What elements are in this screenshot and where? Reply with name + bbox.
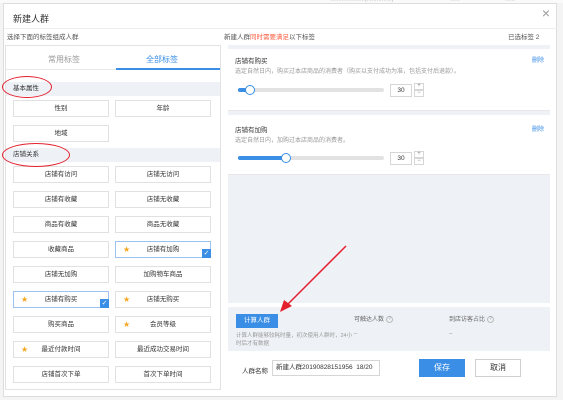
condition-card-store-purchase: 店铺有购买 选定自然日内，购买过本店商品的消费者（购买以支付成功为准，包括支付后… [228, 49, 550, 111]
modal-title: 新建人群 [13, 14, 50, 24]
active-tab-indicator [116, 68, 220, 70]
slider-thumb[interactable] [281, 153, 292, 163]
tag-item[interactable]: 加购物车商品 [115, 266, 211, 283]
visitor-ratio-value: – [449, 331, 453, 337]
tab-all-tags[interactable]: 全部标签 [146, 54, 178, 65]
divider [4, 28, 558, 29]
tag-item[interactable]: ★ 会员等级 [115, 316, 211, 333]
tag-item[interactable]: ★ 店铺无购买 [115, 291, 211, 308]
tag-item[interactable]: 店铺无访问 [115, 166, 211, 183]
delete-button[interactable]: 删除 [532, 55, 544, 64]
tag-label: 店铺无访问 [146, 171, 180, 178]
annotation-circle [2, 143, 70, 167]
annotation-circle [2, 76, 52, 98]
tag-label: 会员等级 [150, 321, 176, 328]
increment-button[interactable]: + [414, 151, 424, 158]
star-icon: ★ [21, 295, 29, 304]
right-panel-header: 新建人群同时需要满足以下标签 [224, 34, 315, 41]
slider-thumb[interactable] [244, 85, 255, 95]
tag-label: 店铺无加购 [44, 271, 78, 278]
selected-tags-count: 已选标签 2 [508, 34, 540, 41]
tag-label: 购买商品 [48, 321, 74, 328]
tag-label: 店铺无收藏 [146, 196, 180, 203]
days-slider[interactable] [238, 153, 384, 163]
char-counter: 18/20 [356, 364, 373, 371]
check-icon: ✓ [202, 249, 211, 258]
tag-label: 店铺有购买 [44, 296, 78, 303]
tag-item[interactable]: ★ 店铺有加购 ✓ [115, 241, 211, 258]
tag-label: 店铺有收藏 [44, 196, 78, 203]
tag-label: 最近成功交易时间 [137, 346, 189, 353]
star-icon: ★ [21, 345, 29, 354]
tag-label: 首次下单时间 [143, 371, 183, 378]
condition-card-store-cart: 店铺有加购 选定自然日内，加购过本店商品的消费者。 删除 30 + − [228, 115, 550, 175]
tag-item[interactable]: 店铺无收藏 [115, 191, 211, 208]
increment-button[interactable]: + [414, 83, 424, 90]
tag-label: 店铺有加购 [146, 246, 180, 253]
save-button[interactable]: 保存 [419, 359, 465, 377]
tag-tabs: 常用标签 全部标签 [6, 46, 220, 70]
tag-item[interactable]: 最近成功交易时间 [115, 341, 211, 358]
cancel-button[interactable]: 取消 [475, 359, 521, 377]
tag-gender[interactable]: 性别 [13, 100, 109, 117]
crowd-calculation-area: 计算人群 可触达人数? 到店访客占比? – – 计算人群能够较耗时量，初次使用人… [228, 307, 550, 351]
tag-region[interactable]: 地域 [13, 125, 109, 142]
star-icon: ★ [123, 245, 131, 254]
help-icon[interactable]: ? [386, 315, 394, 323]
calculation-note: 计算人群能够较耗时量，初次使用人群时，24小时后才有数据 [236, 333, 353, 347]
help-icon[interactable]: ? [487, 315, 495, 323]
decrement-button[interactable]: − [414, 90, 424, 97]
tag-item[interactable]: ★ 最近付款时间 [13, 341, 109, 358]
delete-button[interactable]: 删除 [532, 124, 544, 133]
tag-label: 商品有收藏 [44, 221, 78, 228]
left-panel-header: 选择下面的标签组成人群 [7, 34, 79, 41]
reachable-count-label: 可触达人数? [354, 314, 394, 323]
crowd-name-input[interactable]: 新建人群20190828151956 18/20 [272, 360, 380, 376]
tag-label: 加购物车商品 [143, 271, 183, 278]
crowd-name-label: 人群名称 [242, 368, 268, 375]
tag-item[interactable]: 商品无收藏 [115, 216, 211, 233]
days-input[interactable]: 30 [390, 84, 412, 97]
tag-label: 店铺无购买 [146, 296, 180, 303]
card-title: 店铺有购买 [235, 58, 268, 65]
tag-item[interactable]: 购买商品 [13, 316, 109, 333]
footer-bar: 人群名称 新建人群20190828151956 18/20 保存 取消 [228, 354, 550, 390]
slider-fill [238, 156, 287, 160]
decrement-button[interactable]: − [414, 158, 424, 165]
tag-item[interactable]: 店铺有收藏 [13, 191, 109, 208]
star-icon: ★ [123, 320, 131, 329]
visitor-ratio-label: 到店访客占比? [449, 314, 495, 323]
tag-item[interactable]: 收藏商品 [13, 241, 109, 258]
card-description: 选定自然日内，购买过本店商品的消费者（购买以支付成功为准，包括支付后退款）。 [235, 69, 461, 75]
card-title: 店铺有加购 [235, 127, 268, 134]
tag-item[interactable]: 首次下单时间 [115, 366, 211, 383]
calculate-crowd-button[interactable]: 计算人群 [236, 314, 278, 328]
tag-item[interactable]: 店铺首次下单 [13, 366, 109, 383]
tag-item[interactable]: 店铺无加购 [13, 266, 109, 283]
close-icon[interactable]: × [539, 6, 553, 20]
star-icon: ★ [123, 295, 131, 304]
tag-label: 最近付款时间 [41, 346, 81, 353]
tag-item[interactable]: 商品有收藏 [13, 216, 109, 233]
check-icon: ✓ [100, 299, 109, 308]
days-input[interactable]: 30 [390, 152, 412, 165]
tag-label: 店铺首次下单 [41, 371, 81, 378]
tag-item[interactable]: ★ 店铺有购买 ✓ [13, 291, 109, 308]
tag-label: 收藏商品 [48, 246, 74, 253]
tab-common-tags[interactable]: 常用标签 [48, 54, 80, 65]
tag-label: 商品无收藏 [146, 221, 180, 228]
tag-age[interactable]: 年龄 [115, 100, 211, 117]
tag-item[interactable]: 店铺有访问 [13, 166, 109, 183]
card-description: 选定自然日内，加购过本店商品的消费者。 [235, 138, 350, 144]
tag-label: 店铺有访问 [44, 171, 78, 178]
days-slider[interactable] [238, 85, 384, 95]
